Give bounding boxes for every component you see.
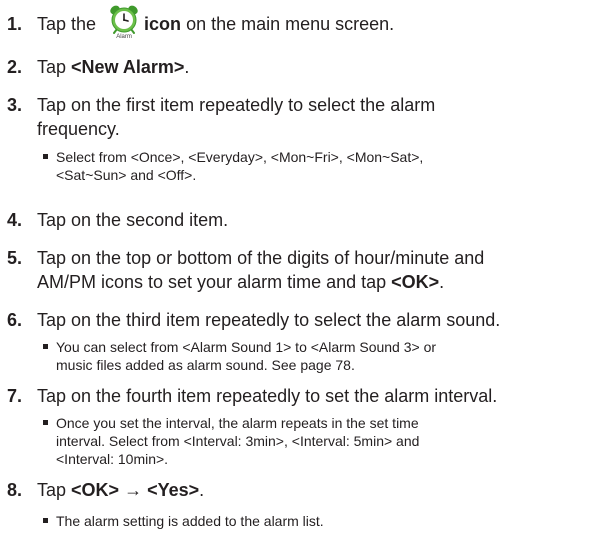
step-number: 7. (7, 386, 23, 406)
substep-text: The alarm setting is added to the alarm … (56, 512, 586, 530)
step-text-bold-yes: <Yes> (147, 480, 200, 500)
step-8: 8. Tap <OK> → <Yes>. The alarm setting i… (0, 478, 591, 534)
step-1: 1. Tap the Alarm icon on the main menu sc… (0, 5, 591, 41)
step-text: Tap on the fourth item repeatedly to set… (37, 386, 498, 406)
substep-line: Select from <Once>, <Everyday>, <Mon~Fri… (56, 149, 424, 165)
step-text: Tap on the third item repeatedly to sele… (37, 310, 501, 330)
step-6: 6. Tap on the third item repeatedly to s… (0, 308, 591, 378)
substep-text: Select from <Once>, <Everyday>, <Mon~Fri… (56, 148, 586, 184)
bullet-icon (43, 154, 48, 159)
step-text: Tap on the second item. (37, 210, 229, 230)
bullet-icon (43, 518, 48, 523)
alarm-clock-icon: Alarm (106, 4, 142, 41)
step-text-bold: <New Alarm> (71, 57, 185, 77)
step-text-line: AM/PM icons to set your alarm time and t… (37, 270, 585, 294)
step-text-line: Tap on the first item repeatedly to sele… (37, 95, 436, 115)
step-text-pre: Tap (37, 57, 72, 77)
step-text-pre: AM/PM icons to set your alarm time and t… (37, 272, 392, 292)
alarm-icon-caption: Alarm (116, 34, 132, 41)
arrow-icon: → (119, 480, 148, 500)
step-text-post: . (184, 57, 190, 77)
step-text-bold: icon (144, 14, 182, 34)
step-text: Tap <New Alarm>. (37, 55, 585, 79)
step-text-line: Tap on the top or bottom of the digits o… (37, 248, 485, 268)
step-4: 4. Tap on the second item. (0, 208, 591, 232)
step-5: 5. Tap on the top or bottom of the digit… (0, 246, 591, 294)
step-text-post: on the main menu screen. (181, 14, 395, 34)
step-7: 7. Tap on the fourth item repeatedly to … (0, 384, 591, 472)
bullet-icon (43, 344, 48, 349)
step-text-pre: Tap (37, 480, 72, 500)
step-number: 4. (7, 210, 23, 230)
step-2: 2. Tap <New Alarm>. (0, 55, 591, 79)
step-3: 3. Tap on the first item repeatedly to s… (0, 93, 591, 203)
substep-line: interval. Select from <Interval: 3min>, … (56, 433, 420, 449)
substep-line: <Interval: 10min>. (56, 451, 169, 467)
substep-line: music files added as alarm sound. See pa… (56, 357, 355, 373)
step-text-bold: <OK> (391, 272, 440, 292)
step-number: 6. (7, 310, 23, 330)
step-text-post: . (439, 272, 445, 292)
substep-line: The alarm setting is added to the alarm … (56, 513, 324, 529)
step-number: 5. (7, 248, 23, 268)
bullet-icon (43, 420, 48, 425)
step-number: 1. (7, 14, 23, 34)
step-text-post: . (199, 480, 205, 500)
step-text-pre: Tap the (37, 14, 97, 34)
step-text: Tap on the top or bottom of the digits o… (37, 246, 585, 294)
step-text: Tap <OK> → <Yes>. (37, 478, 585, 502)
step-number: 2. (7, 57, 23, 77)
substep-text: You can select from <Alarm Sound 1> to <… (56, 338, 586, 374)
substep-text: Once you set the interval, the alarm rep… (56, 414, 586, 468)
step-number: 3. (7, 95, 23, 115)
substep-line: <Sat~Sun> and <Off>. (56, 167, 197, 183)
instruction-document: 1. Tap the Alarm icon on the main menu sc… (0, 0, 591, 538)
step-text-bold-ok: <OK> (71, 480, 120, 500)
step-number: 8. (7, 480, 23, 500)
substep-line: Once you set the interval, the alarm rep… (56, 415, 419, 431)
step-text: Tap the Alarm icon on the main menu scree… (37, 5, 585, 40)
substep-line: You can select from <Alarm Sound 1> to <… (56, 339, 437, 355)
step-text: Tap on the first item repeatedly to sele… (37, 93, 585, 141)
step-text-line: frequency. (37, 119, 120, 139)
